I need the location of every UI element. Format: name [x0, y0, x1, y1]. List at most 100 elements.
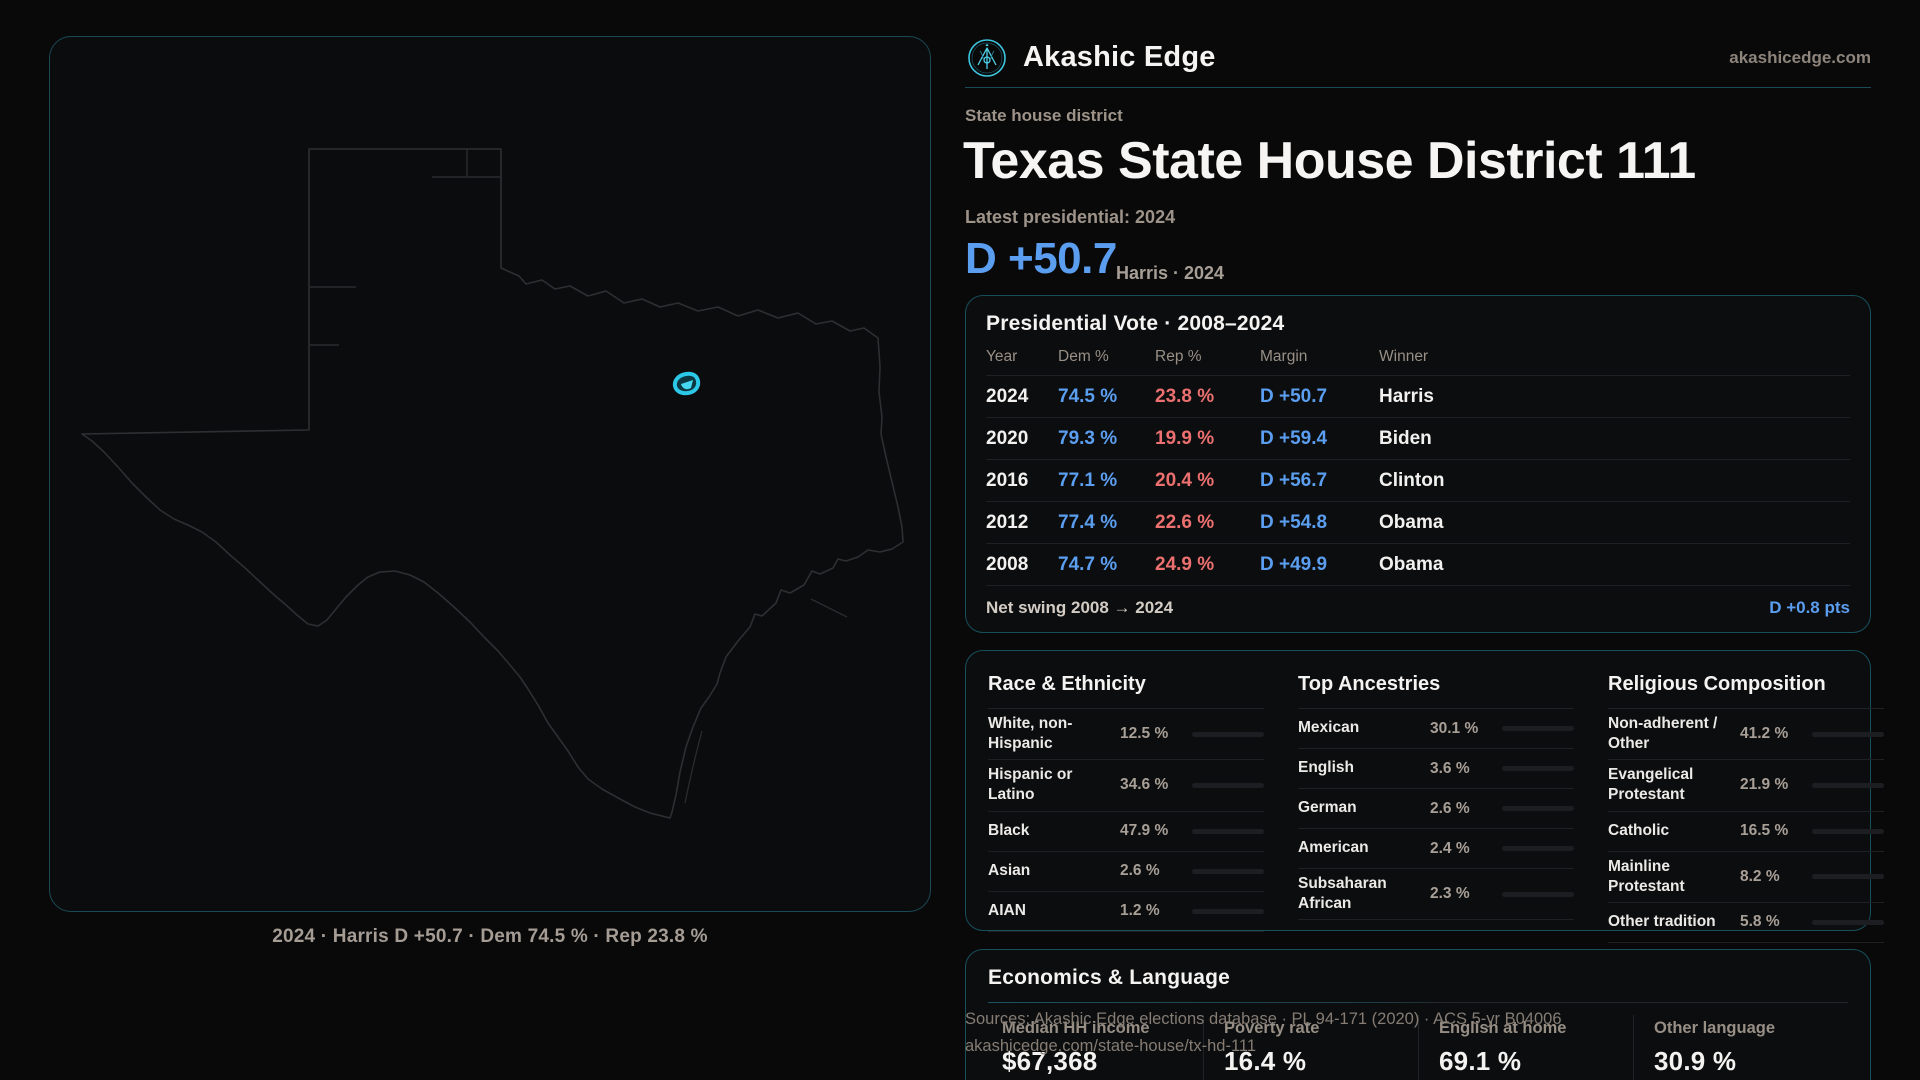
texas-outline-map: [81, 148, 904, 819]
race-ethnicity-section: Race & Ethnicity White, non-Hispanic 12.…: [988, 665, 1264, 943]
winner-cell: Clinton: [1379, 459, 1850, 502]
col-winner: Winner: [1379, 338, 1850, 376]
col-year: Year: [986, 338, 1058, 376]
presidential-vote-card: Presidential Vote · 2008–2024 Year Dem %…: [965, 295, 1871, 633]
latest-presidential-label: Latest presidential: 2024: [965, 207, 1176, 227]
brand-domain-link[interactable]: akashicedge.com: [1729, 48, 1871, 68]
economics-divider: [988, 1002, 1848, 1003]
list-item: Mainline Protestant 8.2 %: [1608, 852, 1884, 903]
demographics-card: Race & Ethnicity White, non-Hispanic 12.…: [965, 650, 1884, 943]
table-row: 2024 74.5 % 23.8 % D +50.7 Harris: [986, 375, 1850, 418]
economics-language-card: Economics & Language Median HH income $6…: [965, 949, 1871, 1080]
mini-bar: [1192, 908, 1264, 914]
col-rep: Rep %: [1155, 338, 1260, 376]
district-url-link[interactable]: akashicedge.com/state-house/tx-hd-111: [965, 1037, 1256, 1055]
list-item: Hispanic or Latino 34.6 %: [988, 760, 1264, 812]
margin-cell: D +59.4: [1260, 417, 1379, 460]
mini-bar: [1812, 828, 1884, 834]
top-ancestries-section: Top Ancestries Mexican 30.1 % English 3.…: [1298, 665, 1574, 943]
mini-bar: [1502, 846, 1574, 851]
rep-cell: 19.9 %: [1155, 417, 1260, 460]
header: Akashic Edge akashicedge.com: [965, 36, 1871, 80]
rep-cell: 20.4 %: [1155, 459, 1260, 502]
mini-bar: [1192, 828, 1264, 834]
mini-bar: [1812, 782, 1884, 788]
kicker-label: State house district: [965, 106, 1123, 125]
net-swing-value: D +0.8 pts: [1769, 598, 1850, 617]
net-swing-row: Net swing 2008 → 2024 D +0.8 pts: [986, 586, 1850, 630]
list-item: Catholic 16.5 %: [1608, 812, 1884, 852]
stat-other-language: Other language 30.9 %: [1633, 1015, 1848, 1080]
stat-english-at-home: English at home 69.1 %: [1418, 1015, 1633, 1080]
table-row: 2008 74.7 % 24.9 % D +49.9 Obama: [986, 543, 1850, 586]
year-cell: 2012: [986, 501, 1058, 544]
ancestries-section-title: Top Ancestries: [1298, 665, 1574, 709]
dem-cell: 74.5 %: [1058, 375, 1155, 418]
headline-margin: D +50.7: [965, 234, 1117, 283]
presidential-table: Year Dem % Rep % Margin Winner 2024 74.5…: [986, 338, 1850, 586]
net-swing-label: Net swing 2008 → 2024: [986, 598, 1174, 617]
list-item: American 2.4 %: [1298, 829, 1574, 869]
mini-bar: [1192, 731, 1264, 737]
winner-cell: Obama: [1379, 543, 1850, 586]
mini-bar: [1502, 766, 1574, 771]
margin-cell: D +54.8: [1260, 501, 1379, 544]
gulf-barrier-islands: [684, 598, 848, 804]
headline-context: Harris · 2024: [1116, 263, 1225, 283]
dem-cell: 77.1 %: [1058, 459, 1155, 502]
presidential-table-header-row: Year Dem % Rep % Margin Winner: [986, 338, 1850, 376]
margin-cell: D +50.7: [1260, 375, 1379, 418]
economics-card-title: Economics & Language: [988, 966, 1231, 989]
table-row: 2012 77.4 % 22.6 % D +54.8 Obama: [986, 501, 1850, 544]
religion-section-title: Religious Composition: [1608, 665, 1884, 709]
mini-bar: [1812, 919, 1884, 925]
page: 2024 · Harris D +50.7 · Dem 74.5 % · Rep…: [0, 0, 1920, 1080]
texas-map-panel: [49, 36, 931, 912]
list-item: White, non-Hispanic 12.5 %: [988, 709, 1264, 761]
year-cell: 2008: [986, 543, 1058, 586]
margin-cell: D +56.7: [1260, 459, 1379, 502]
texas-state-outline: [81, 148, 904, 819]
list-item: Black 47.9 %: [988, 812, 1264, 852]
header-divider: [965, 87, 1871, 88]
list-item: AIAN 1.2 %: [988, 892, 1264, 932]
religious-composition-section: Religious Composition Non-adherent / Oth…: [1608, 665, 1884, 943]
list-item: Asian 2.6 %: [988, 852, 1264, 892]
list-item: Mexican 30.1 %: [1298, 709, 1574, 749]
table-row: 2016 77.1 % 20.4 % D +56.7 Clinton: [986, 459, 1850, 502]
race-section-title: Race & Ethnicity: [988, 665, 1264, 709]
texas-interior-lines: [309, 149, 501, 346]
dem-cell: 74.7 %: [1058, 543, 1155, 586]
mini-bar: [1502, 726, 1574, 731]
list-item: Subsaharan African 2.3 %: [1298, 869, 1574, 921]
list-item: Other tradition 5.8 %: [1608, 903, 1884, 943]
list-item: English 3.6 %: [1298, 749, 1574, 789]
brand-name: Akashic Edge: [1023, 41, 1216, 73]
rep-cell: 24.9 %: [1155, 543, 1260, 586]
mini-bar: [1502, 806, 1574, 811]
dem-cell: 77.4 %: [1058, 501, 1155, 544]
mini-bar: [1192, 782, 1264, 788]
margin-cell: D +49.9: [1260, 543, 1379, 586]
akashic-edge-logo-icon: [968, 39, 1006, 77]
list-item: Evangelical Protestant 21.9 %: [1608, 760, 1884, 812]
rep-cell: 23.8 %: [1155, 375, 1260, 418]
map-caption: 2024 · Harris D +50.7 · Dem 74.5 % · Rep…: [272, 926, 708, 947]
table-row: 2020 79.3 % 19.9 % D +59.4 Biden: [986, 417, 1850, 460]
winner-cell: Harris: [1379, 375, 1850, 418]
mini-bar: [1192, 868, 1264, 874]
page-title: Texas State House District 111: [963, 132, 1696, 190]
winner-cell: Biden: [1379, 417, 1850, 460]
district-111-marker[interactable]: [672, 371, 701, 396]
year-cell: 2016: [986, 459, 1058, 502]
col-margin: Margin: [1260, 338, 1379, 376]
winner-cell: Obama: [1379, 501, 1850, 544]
col-dem: Dem %: [1058, 338, 1155, 376]
mini-bar: [1812, 731, 1884, 737]
year-cell: 2024: [986, 375, 1058, 418]
year-cell: 2020: [986, 417, 1058, 460]
presidential-card-title: Presidential Vote · 2008–2024: [986, 312, 1285, 335]
list-item: Non-adherent / Other 41.2 %: [1608, 709, 1884, 761]
rep-cell: 22.6 %: [1155, 501, 1260, 544]
mini-bar: [1502, 891, 1574, 897]
